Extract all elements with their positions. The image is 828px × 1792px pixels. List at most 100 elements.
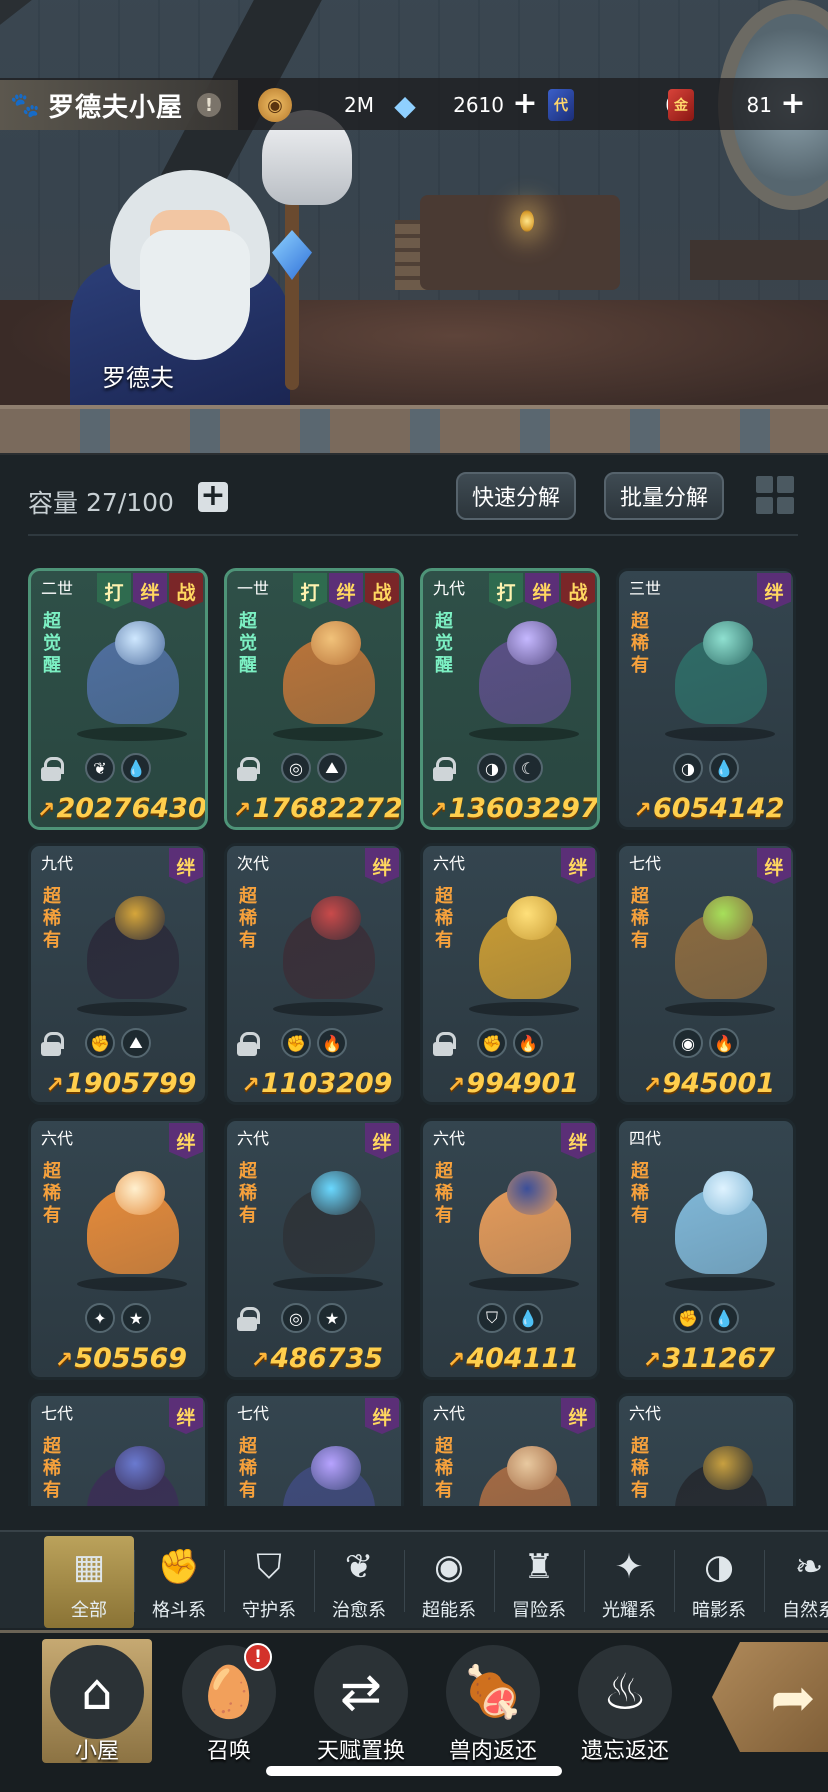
pet-rarity: 超稀有 [239,1161,257,1226]
flame-icon: ♨ [578,1645,672,1739]
category-sprout[interactable]: ❦ 治愈系 [314,1536,404,1628]
pet-creature-image [67,888,197,1018]
potion-shelf [690,240,828,280]
category-shadow-eye[interactable]: ◑ 暗影系 [674,1536,764,1628]
pet-card[interactable]: 九代 绊超稀有 ✊ ⛰ ↗1905799 [28,843,208,1105]
pet-card[interactable]: 二世 打绊战超觉醒 ❦ 💧 ↗20276430 [28,568,208,830]
nav-swap[interactable]: ⇄ 天赋置换 [306,1639,416,1764]
category-fist[interactable]: ✊ 格斗系 [134,1536,224,1628]
expand-capacity-button[interactable]: + [198,481,228,512]
crystal-value: 2610 [453,93,504,117]
pet-tags: 绊 [365,1398,399,1434]
pet-generation: 三世 [629,579,662,598]
pet-tag-badge: 绊 [169,1398,203,1434]
pet-rarity: 超稀有 [435,886,453,951]
nav-flame[interactable]: ♨ 遗忘返还 [570,1639,680,1764]
paw-icon: 🐾 [10,91,40,119]
pet-card[interactable]: 七代 绊超稀有 [224,1393,404,1506]
add-crystal-button[interactable]: + [512,89,538,119]
swap-icon: ⇄ [314,1645,408,1739]
fire-icon: 🔥 [513,1028,543,1058]
lock-icon[interactable] [235,757,260,781]
pet-creature-image [263,888,393,1018]
pet-creature-image [263,1438,393,1506]
pet-card[interactable]: 七代 绊超稀有 [28,1393,208,1506]
pet-power: ↗994901 [429,1068,597,1099]
quick-decompose-button[interactable]: 快速分解 [456,472,577,520]
power-arrow-icon: ↗ [233,798,252,823]
pet-elements: ◎ ★ [281,1303,347,1333]
pet-power: ↗311267 [625,1343,793,1374]
power-arrow-icon: ↗ [241,1073,260,1098]
pet-card[interactable]: 六代 绊超稀有 ◎ ★ ↗486735 [224,1118,404,1380]
pet-creature-image [459,1163,589,1293]
lock-icon[interactable] [431,757,456,781]
category-sparkle[interactable]: ✦ 光耀系 [584,1536,674,1628]
pet-power: ↗1103209 [233,1068,401,1099]
pet-card[interactable]: 一世 打绊战超觉醒 ◎ ⛰ ↗17682272 [224,568,404,830]
category-lantern[interactable]: ♜ 冒险系 [494,1536,584,1628]
candle-light [520,210,534,232]
pet-card[interactable]: 六代 绊超稀有 ✊ 🔥 ↗994901 [420,843,600,1105]
sprout-icon: ❦ [344,1547,374,1587]
category-all-blocks[interactable]: ▦ 全部 [44,1536,134,1628]
lock-icon[interactable] [235,1307,260,1331]
meat-icon: 🍖 [446,1645,540,1739]
category-leaf[interactable]: ❧ 自然系 [764,1536,828,1628]
info-alert-icon[interactable]: ! [197,93,222,117]
pet-power: ↗505569 [37,1343,205,1374]
star-icon: ★ [121,1303,151,1333]
pet-card[interactable]: 六代 绊超稀有 ⛉ 💧 ↗404111 [420,1118,600,1380]
nav-egg[interactable]: 🥚 召唤! [174,1639,284,1764]
power-arrow-icon: ↗ [446,1348,466,1373]
nav-house[interactable]: ⌂ 小屋 [42,1639,152,1764]
pet-power-value: 1905799 [64,1068,197,1099]
blue-crystal-icon: ◆ [394,88,416,122]
water-icon: 💧 [121,753,151,783]
category-separator [674,1550,675,1612]
gold-value: 2M [344,93,374,117]
pet-elements: ✦ ★ [85,1303,151,1333]
category-alien[interactable]: ◉ 超能系 [404,1536,494,1628]
pet-tag-badge: 绊 [365,1398,399,1434]
pet-card[interactable]: 六代 超稀有 [616,1393,796,1506]
category-label: 暗影系 [692,1600,746,1621]
pet-power: ↗13603297 [429,793,597,824]
pet-tag-badge: 战 [169,573,203,609]
pet-power-value: 1103209 [260,1068,393,1099]
hut-scene: 罗德夫 [0,0,828,455]
pet-card[interactable]: 四代 超稀有 ✊ 💧 ↗311267 [616,1118,796,1380]
capacity-value: 27/100 [86,487,174,517]
category-label: 冒险系 [512,1600,566,1621]
batch-decompose-button[interactable]: 批量分解 [604,472,725,520]
pet-rarity: 超稀有 [43,1436,61,1501]
pet-creature-image [655,613,785,743]
category-shield[interactable]: ⛉ 守护系 [224,1536,314,1628]
pet-card[interactable]: 七代 绊超稀有 ◉ 🔥 ↗945001 [616,843,796,1105]
pet-rarity: 超觉醒 [43,611,61,676]
lock-icon[interactable] [39,1032,64,1056]
pet-tag-badge: 打 [489,573,523,609]
home-indicator [266,1766,562,1776]
pet-tag-badge: 绊 [561,848,595,884]
lock-icon[interactable] [39,757,64,781]
pet-card[interactable]: 六代 绊超稀有 [420,1393,600,1506]
grid-view-toggle[interactable] [752,472,798,518]
pet-creature-image [67,613,197,743]
pet-card[interactable]: 九代 打绊战超觉醒 ◑ ☾ ↗13603297 [420,568,600,830]
lock-icon[interactable] [235,1032,260,1056]
pet-power-value: 20276430 [56,793,207,824]
pet-power: ↗20276430 [37,793,205,824]
star-icon: ★ [317,1303,347,1333]
water-icon: 💧 [709,753,739,783]
lock-icon[interactable] [431,1032,456,1056]
add-red-card-button[interactable]: + [780,89,806,119]
pet-generation: 六代 [41,1129,74,1148]
gold-coin-icon: ◉ [258,88,292,122]
pet-card[interactable]: 六代 绊超稀有 ✦ ★ ↗505569 [28,1118,208,1380]
pet-card[interactable]: 次代 绊超稀有 ✊ 🔥 ↗1103209 [224,843,404,1105]
pet-card[interactable]: 三世 绊超稀有 ◑ 💧 ↗6054142 [616,568,796,830]
pet-creature-image [655,1438,785,1506]
nav-meat[interactable]: 🍖 兽肉返还 [438,1639,548,1764]
pet-power: ↗17682272 [233,793,401,824]
